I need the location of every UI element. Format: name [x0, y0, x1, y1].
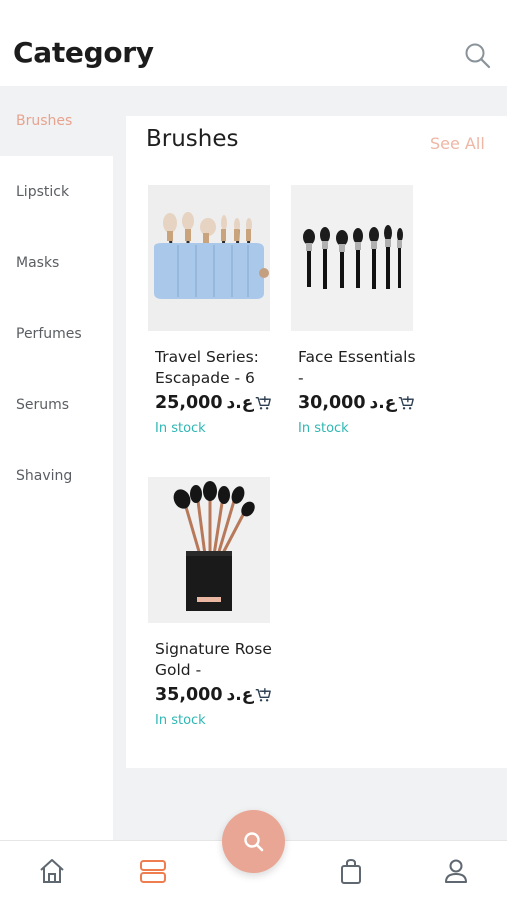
sidebar-item-label: Shaving [16, 468, 73, 484]
product-name: Travel Series: Escapade - 6 [155, 348, 259, 387]
sidebar-item-label: Masks [16, 255, 60, 271]
currency-label: ع.د [226, 393, 254, 413]
price-row: 35,000 ع.د [155, 685, 272, 705]
header: Category [0, 0, 507, 86]
search-icon[interactable] [462, 40, 494, 72]
product-price: 35,000 [155, 685, 223, 705]
stock-status: In stock [155, 421, 206, 436]
product-name: Face Essentials - [298, 348, 416, 387]
stock-status: In stock [155, 713, 206, 728]
search-fab-button[interactable] [222, 810, 285, 873]
page-title: Category [13, 36, 154, 69]
sidebar-item-lipstick[interactable]: Lipstick [0, 157, 113, 227]
home-icon[interactable] [36, 855, 68, 887]
sidebar-item-label: Brushes [16, 113, 73, 129]
see-all-link[interactable]: See All [430, 134, 485, 153]
product-price: 25,000 [155, 393, 223, 413]
stock-status: In stock [298, 421, 349, 436]
categories-icon[interactable] [137, 855, 169, 887]
sidebar-item-label: Serums [16, 397, 70, 413]
add-to-cart-icon[interactable] [255, 393, 272, 413]
product-image[interactable] [148, 477, 270, 623]
section-title: Brushes [146, 126, 239, 152]
price-row: 30,000 ع.د [298, 393, 415, 413]
sidebar-item-shaving[interactable]: Shaving [0, 441, 113, 511]
sidebar-item-brushes[interactable]: Brushes [0, 86, 113, 156]
product-image[interactable] [148, 185, 270, 331]
price-row: 25,000 ع.د [155, 393, 272, 413]
search-icon [243, 831, 263, 851]
sidebar-item-label: Perfumes [16, 326, 82, 342]
product-card[interactable]: Travel Series: Escapade - 6 25,000 ع.د I… [148, 185, 272, 436]
product-image[interactable] [291, 185, 413, 331]
sidebar-item-perfumes[interactable]: Perfumes [0, 299, 113, 369]
currency-label: ع.د [369, 393, 397, 413]
bag-icon[interactable] [335, 855, 367, 887]
add-to-cart-icon[interactable] [255, 685, 272, 705]
add-to-cart-icon[interactable] [398, 393, 415, 413]
product-card[interactable]: Face Essentials - 30,000 ع.د In stock [291, 185, 416, 436]
sidebar-item-serums[interactable]: Serums [0, 370, 113, 440]
product-name: Signature Rose Gold - [155, 640, 272, 679]
sidebar-item-label: Lipstick [16, 184, 70, 200]
product-panel: Brushes See All Travel Series: Escapade … [126, 116, 507, 768]
category-sidebar: Brushes Lipstick Masks Perfumes Serums S… [0, 86, 113, 840]
product-card[interactable]: Signature Rose Gold - 35,000 ع.د In stoc… [148, 477, 272, 728]
currency-label: ع.د [226, 685, 254, 705]
profile-icon[interactable] [440, 855, 472, 887]
sidebar-item-masks[interactable]: Masks [0, 228, 113, 298]
product-price: 30,000 [298, 393, 366, 413]
